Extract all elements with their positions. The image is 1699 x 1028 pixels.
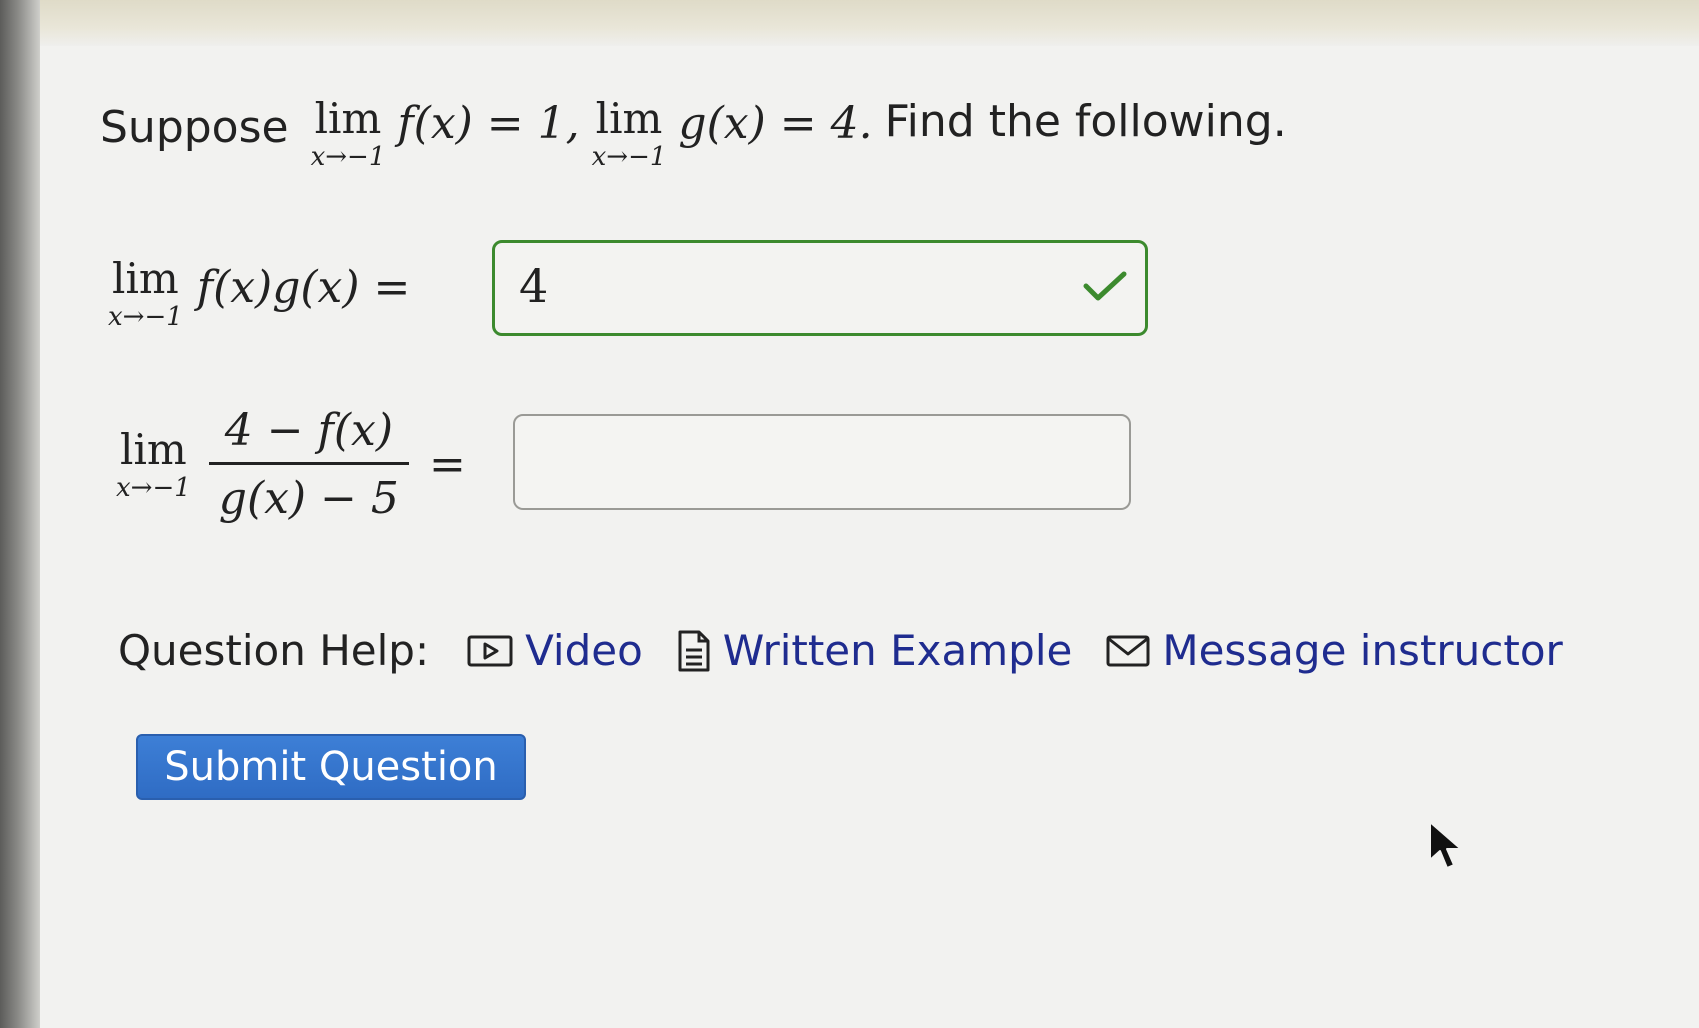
question-2: lim x→−1 4 − f(x) g(x) − 5 = bbox=[116, 405, 466, 524]
lim-subscript: x→−1 bbox=[310, 142, 386, 172]
screen-area bbox=[40, 46, 1699, 1028]
question-help: Question Help: Video Written Example Mes… bbox=[118, 626, 1597, 675]
fraction-denominator: g(x) − 5 bbox=[218, 473, 399, 524]
equals-sign: = bbox=[428, 439, 466, 490]
written-example-link[interactable]: Written Example bbox=[677, 626, 1073, 675]
envelope-icon bbox=[1106, 635, 1150, 666]
message-instructor-link[interactable]: Message instructor bbox=[1106, 626, 1563, 675]
q1-answer-input[interactable]: 4 bbox=[492, 240, 1148, 336]
monitor-bezel-top bbox=[0, 0, 1699, 46]
lim-subscript: x→−1 bbox=[116, 472, 191, 503]
lim-word: lim bbox=[595, 94, 663, 143]
limit-operator-g: lim x→−1 bbox=[591, 94, 667, 172]
lim-subscript: x→−1 bbox=[108, 302, 183, 332]
q1-expression: f(x)g(x) = bbox=[196, 262, 411, 313]
lim-subscript: x→−1 bbox=[591, 142, 667, 172]
problem-statement: Suppose lim x→−1 f(x) = 1, lim x→−1 g(x)… bbox=[100, 94, 1287, 172]
lim-word: lim bbox=[112, 254, 179, 303]
monitor-bezel-left bbox=[0, 0, 40, 1028]
intro-suffix: Find the following. bbox=[884, 96, 1287, 147]
video-icon bbox=[467, 635, 513, 666]
checkmark-icon bbox=[1083, 271, 1127, 301]
q2-answer-input[interactable] bbox=[513, 414, 1131, 510]
video-link[interactable]: Video bbox=[467, 626, 643, 675]
document-icon bbox=[678, 630, 710, 671]
question-help-label: Question Help: bbox=[118, 626, 430, 675]
intro-prefix: Suppose bbox=[100, 102, 289, 153]
lim-word: lim bbox=[314, 94, 382, 143]
limit-operator-f: lim x→−1 bbox=[310, 94, 386, 172]
limit-operator: lim x→−1 bbox=[116, 424, 191, 503]
message-instructor-link-label: Message instructor bbox=[1162, 626, 1563, 675]
video-link-label: Video bbox=[525, 626, 643, 675]
g-limit-expression: g(x) = 4. bbox=[678, 98, 873, 149]
f-limit-expression: f(x) = 1, bbox=[397, 98, 580, 149]
limit-operator: lim x→−1 bbox=[108, 254, 183, 332]
mouse-cursor-icon bbox=[1429, 821, 1462, 869]
fraction-numerator: 4 − f(x) bbox=[224, 405, 393, 456]
submit-question-button[interactable]: Submit Question bbox=[136, 734, 526, 800]
question-1: lim x→−1 f(x)g(x) = bbox=[108, 254, 411, 332]
written-example-link-label: Written Example bbox=[722, 626, 1073, 675]
lim-word: lim bbox=[120, 424, 187, 474]
fraction: 4 − f(x) g(x) − 5 bbox=[208, 405, 409, 524]
q1-answer-value: 4 bbox=[519, 259, 549, 313]
